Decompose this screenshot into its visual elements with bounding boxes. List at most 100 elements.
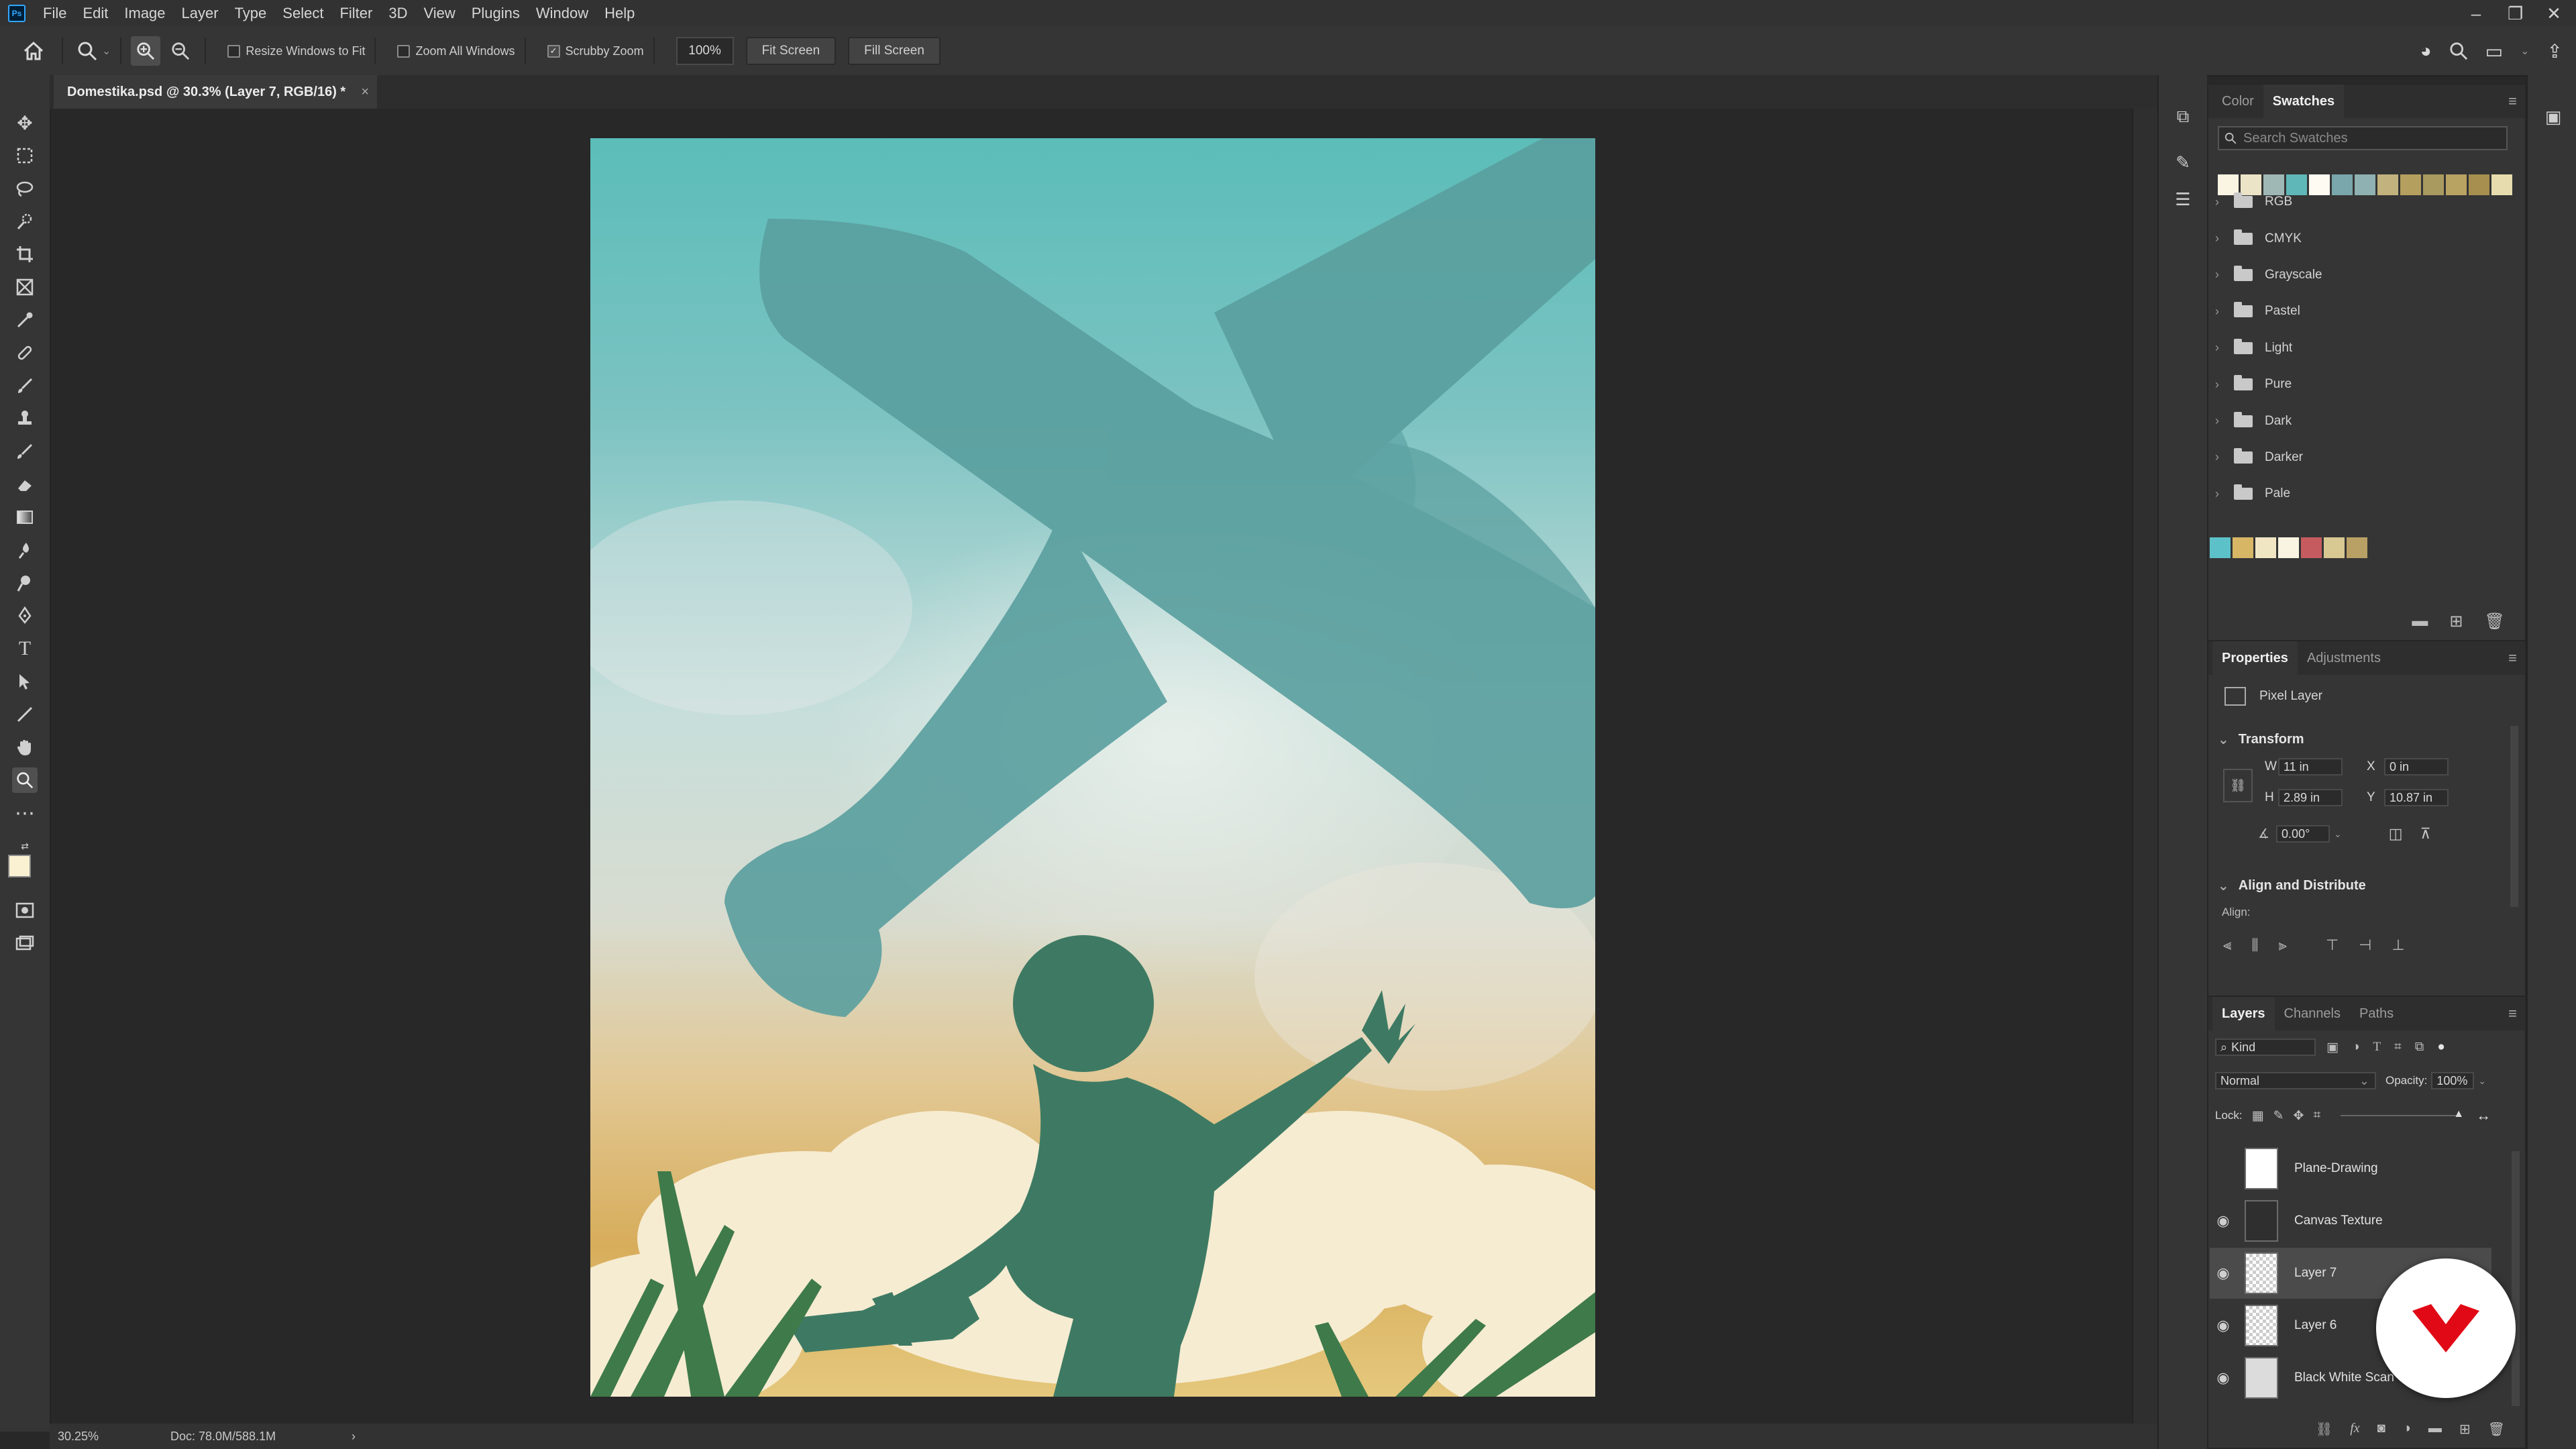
clone-stamp-tool-icon[interactable]: [12, 406, 38, 431]
align-right-icon[interactable]: ⫸: [2279, 936, 2287, 954]
add-mask-icon[interactable]: ◙: [2377, 1421, 2385, 1438]
filter-shape-icon[interactable]: ⌗: [2394, 1040, 2402, 1055]
filter-kind-dropdown[interactable]: ⌕ Kind: [2215, 1038, 2316, 1056]
zoom-in-icon[interactable]: [131, 36, 161, 66]
width-field[interactable]: 11 in: [2278, 758, 2343, 775]
gradient-tool-icon[interactable]: [12, 504, 38, 530]
frame-tool-icon[interactable]: [12, 274, 38, 300]
link-proportions-icon[interactable]: ⛓: [2223, 769, 2253, 802]
height-field[interactable]: 2.89 in: [2278, 789, 2343, 806]
visibility-off-icon[interactable]: ◉: [2210, 1160, 2237, 1177]
eye-icon[interactable]: ◉: [2210, 1317, 2237, 1334]
document-tab[interactable]: Domestika.psd @ 30.3% (Layer 7, RGB/16) …: [54, 75, 377, 109]
dodge-tool-icon[interactable]: [12, 570, 38, 596]
healing-brush-tool-icon[interactable]: [12, 340, 38, 366]
zoom-all-windows-checkbox[interactable]: Zoom All Windows: [397, 44, 515, 58]
color-swatch[interactable]: [2324, 537, 2345, 558]
swatch-folder[interactable]: › Dark: [2215, 402, 2497, 439]
chevron-down-icon[interactable]: ⌄: [2218, 877, 2229, 894]
blur-tool-icon[interactable]: [12, 537, 38, 563]
eye-icon[interactable]: ◉: [2210, 1265, 2237, 1282]
history-panel-icon[interactable]: ⧉: [2169, 103, 2196, 130]
chevron-right-icon[interactable]: ›: [2215, 195, 2231, 209]
layer-name[interactable]: Plane-Drawing: [2294, 1161, 2378, 1176]
minimize-icon[interactable]: –: [2469, 5, 2483, 22]
tab-paths[interactable]: Paths: [2350, 997, 2403, 1030]
quick-selection-tool-icon[interactable]: [12, 209, 38, 234]
share-cloud-icon[interactable]: ◕: [2420, 40, 2432, 62]
opacity-slider[interactable]: ▲: [2341, 1108, 2464, 1120]
fill-screen-button[interactable]: Fill Screen: [848, 37, 941, 65]
status-menu-arrow-icon[interactable]: ›: [352, 1430, 356, 1444]
resize-windows-checkbox[interactable]: Resize Windows to Fit: [227, 44, 365, 58]
marquee-tool-icon[interactable]: [12, 143, 38, 168]
delete-layer-icon[interactable]: 🗑: [2488, 1421, 2505, 1438]
workspace-icon[interactable]: ▭: [2485, 40, 2503, 62]
chevron-right-icon[interactable]: ›: [2215, 305, 2231, 319]
opacity-slider-handle[interactable]: ▲: [2453, 1108, 2464, 1120]
swatch-folder[interactable]: › RGB: [2215, 184, 2497, 220]
swatch-folder[interactable]: › Pastel: [2215, 293, 2497, 329]
menu-3d[interactable]: 3D: [380, 5, 415, 22]
status-zoom[interactable]: 30.25%: [58, 1430, 145, 1444]
artwork-canvas[interactable]: [590, 138, 1595, 1397]
color-swatch[interactable]: [2301, 537, 2322, 558]
menu-file[interactable]: File: [35, 5, 74, 22]
tab-swatches[interactable]: Swatches: [2263, 85, 2345, 118]
home-icon[interactable]: [15, 41, 52, 61]
workspace-chevron-icon[interactable]: ⌄: [2520, 44, 2529, 58]
swatch-folder[interactable]: › Pure: [2215, 366, 2497, 402]
blend-mode-dropdown[interactable]: Normal ⌄: [2215, 1072, 2376, 1089]
scrubby-zoom-checkbox[interactable]: ✓ Scrubby Zoom: [547, 44, 644, 58]
color-swatch[interactable]: [2210, 537, 2231, 558]
brush-tool-icon[interactable]: [12, 373, 38, 398]
share-icon[interactable]: ⇪: [2547, 40, 2563, 62]
new-group-icon[interactable]: ▬: [2428, 1421, 2442, 1438]
new-group-icon[interactable]: ▬: [2412, 612, 2428, 631]
align-top-icon[interactable]: ⊤: [2326, 936, 2339, 954]
filter-adjustment-icon[interactable]: ◑: [2352, 1040, 2359, 1055]
chevron-down-icon[interactable]: ⌄: [2218, 731, 2229, 748]
learn-panel-icon[interactable]: ▣: [2540, 103, 2567, 130]
menu-select[interactable]: Select: [274, 5, 331, 22]
flip-vertical-icon[interactable]: ⊼: [2420, 825, 2431, 843]
screen-mode-icon[interactable]: [12, 930, 38, 956]
canvas-vertical-scrollbar[interactable]: [2132, 109, 2157, 1424]
layer-name[interactable]: Layer 7: [2294, 1266, 2337, 1281]
chevron-right-icon[interactable]: ›: [2215, 268, 2231, 282]
tab-layers[interactable]: Layers: [2212, 997, 2275, 1030]
lock-pixels-icon[interactable]: ✎: [2273, 1108, 2284, 1124]
tool-preset-chevron-icon[interactable]: ⌄: [102, 44, 111, 58]
new-layer-icon[interactable]: ⊞: [2459, 1421, 2471, 1438]
crop-tool-icon[interactable]: [12, 241, 38, 267]
swatches-search[interactable]: [2218, 126, 2508, 150]
eye-icon[interactable]: ◉: [2210, 1369, 2237, 1387]
y-field[interactable]: 10.87 in: [2384, 789, 2449, 806]
align-bottom-icon[interactable]: ⊥: [2392, 936, 2404, 954]
swatch-folder[interactable]: › CMYK: [2215, 220, 2497, 256]
zoom-out-icon[interactable]: [166, 42, 195, 60]
restore-icon[interactable]: ❐: [2508, 5, 2523, 22]
filter-type-icon[interactable]: T: [2373, 1040, 2381, 1055]
menu-edit[interactable]: Edit: [74, 5, 116, 22]
color-swatch[interactable]: [2255, 537, 2276, 558]
color-swatch[interactable]: [2233, 537, 2253, 558]
swatch-folder[interactable]: › Darker: [2215, 439, 2497, 476]
layer-row[interactable]: ◉ Canvas Texture: [2210, 1195, 2491, 1246]
adjustment-layer-icon[interactable]: ◑: [2403, 1421, 2411, 1438]
swatch-folder[interactable]: › Pale: [2215, 476, 2497, 512]
filter-pixel-icon[interactable]: ▣: [2326, 1040, 2339, 1055]
more-tools-icon[interactable]: ⋯: [12, 800, 38, 826]
menu-image[interactable]: Image: [116, 5, 173, 22]
chevron-right-icon[interactable]: ›: [2215, 341, 2231, 355]
menu-filter[interactable]: Filter: [331, 5, 380, 22]
brush-settings-icon[interactable]: ✎: [2169, 149, 2196, 176]
x-field[interactable]: 0 in: [2384, 758, 2449, 775]
layers-scrollbar[interactable]: [2512, 1151, 2520, 1406]
layer-name[interactable]: Layer 6: [2294, 1318, 2337, 1333]
hand-tool-icon[interactable]: [12, 735, 38, 760]
angle-field[interactable]: 0.00°: [2276, 825, 2330, 843]
search-icon[interactable]: [2449, 42, 2468, 60]
properties-scrollbar[interactable]: [2510, 726, 2518, 907]
lock-artboard-icon[interactable]: ⌗: [2313, 1108, 2320, 1123]
